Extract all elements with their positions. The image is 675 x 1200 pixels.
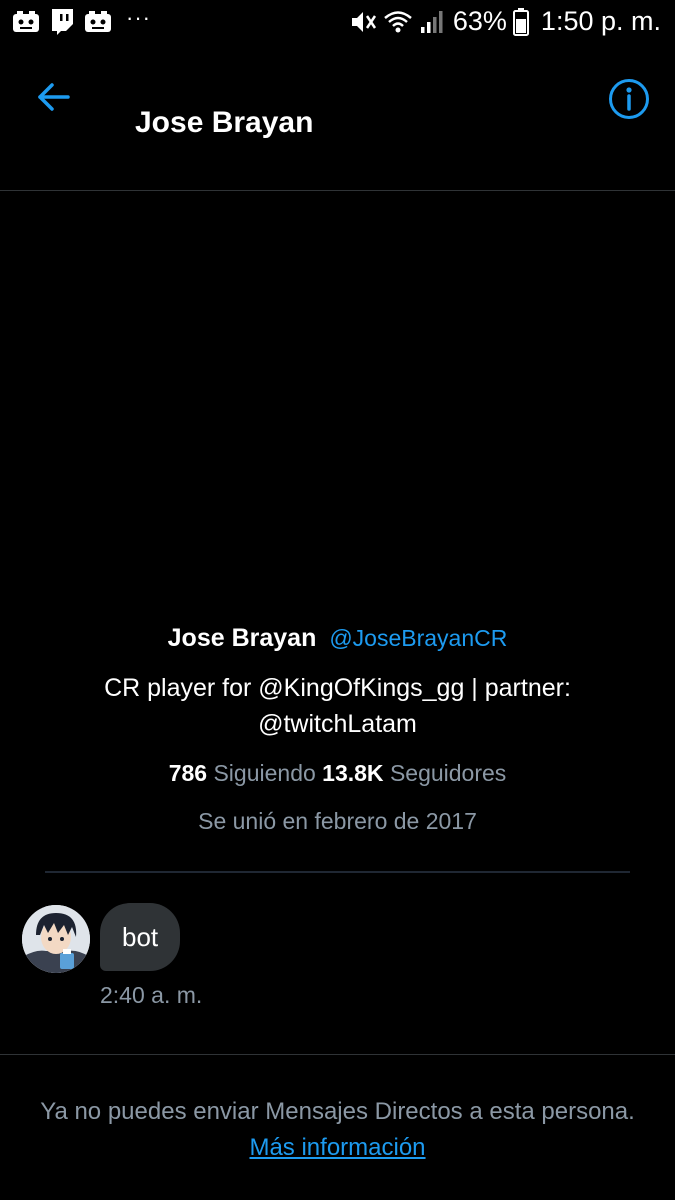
- status-bar-notifications: ···: [12, 5, 151, 35]
- dm-disabled-text: Ya no puedes enviar Mensajes Directos a …: [40, 1098, 635, 1125]
- profile-summary: Jose Brayan @JoseBrayanCR CR player for …: [0, 620, 675, 838]
- avatar[interactable]: [22, 905, 90, 973]
- dm-disabled-notice: Ya no puedes enviar Mensajes Directos a …: [40, 1094, 635, 1166]
- conversation-header: Jose Brayan: [0, 46, 675, 190]
- status-bar: ··· 63% 1:50 p. m.: [0, 0, 675, 46]
- message-timestamp: 2:40 a. m.: [100, 982, 203, 1008]
- profile-bio: CR player for @KingOfKings_gg | partner:…: [104, 674, 571, 738]
- more-notifications-icon: ···: [126, 5, 151, 30]
- info-button[interactable]: [606, 76, 652, 122]
- info-icon: [609, 79, 649, 119]
- back-button[interactable]: [30, 76, 76, 118]
- following-stat[interactable]: 786 Siguiendo: [169, 760, 316, 786]
- profile-name[interactable]: Jose Brayan: [168, 624, 317, 652]
- wifi-icon: [384, 10, 412, 32]
- mute-vibrate-icon: [351, 11, 376, 32]
- status-bar-system: 63% 1:50 p. m.: [349, 6, 661, 37]
- learn-more-link[interactable]: Más información: [249, 1134, 425, 1161]
- avatar-image: [22, 905, 90, 973]
- status-time: 1:50 p. m.: [540, 6, 661, 36]
- header-divider: [0, 190, 675, 191]
- signal-icon: [420, 10, 443, 33]
- twitch-icon: [52, 9, 73, 35]
- profile-divider: [45, 871, 630, 873]
- followers-stat[interactable]: 13.8K Seguidores: [322, 760, 506, 786]
- profile-joined-date: Se unió en febrero de 2017: [198, 808, 477, 834]
- message-bubble[interactable]: bot: [100, 903, 181, 971]
- game-controller-icon: [13, 11, 39, 32]
- following-label: Siguiendo: [213, 760, 316, 786]
- profile-name-line: Jose Brayan @JoseBrayanCR: [0, 620, 675, 656]
- conversation-title: Jose Brayan: [135, 106, 314, 139]
- battery-icon: [512, 7, 529, 36]
- arrow-left-icon: [38, 83, 70, 111]
- footer-divider: [0, 1054, 675, 1055]
- battery-percent: 63%: [452, 6, 507, 36]
- profile-handle[interactable]: @JoseBrayanCR: [329, 625, 507, 651]
- followers-count: 13.8K: [322, 760, 384, 786]
- followers-label: Seguidores: [389, 760, 507, 786]
- following-count: 786: [168, 760, 208, 786]
- profile-stats: 786 Siguiendo 13.8K Seguidores: [0, 756, 675, 790]
- game-controller-icon: [85, 11, 111, 32]
